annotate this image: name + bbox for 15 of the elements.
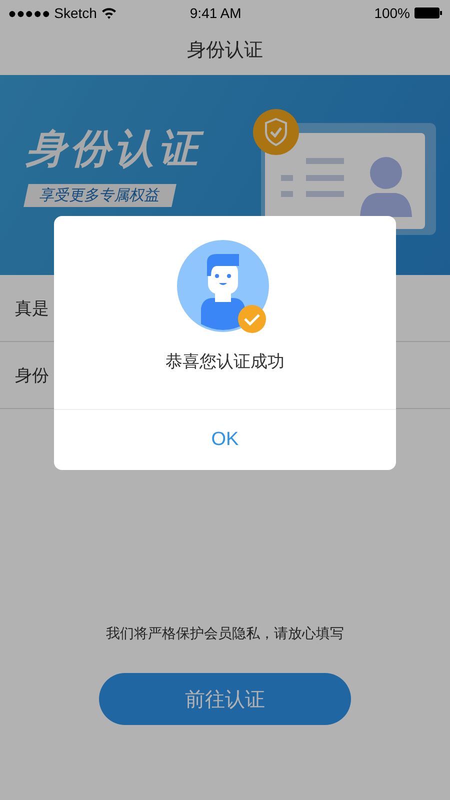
success-message: 恭喜您认证成功 — [166, 351, 284, 373]
ok-button[interactable]: OK — [54, 410, 396, 470]
form-label: 身份 — [15, 364, 49, 386]
shield-check-icon — [253, 109, 299, 155]
verify-button[interactable]: 前往认证 — [99, 673, 351, 725]
banner-title: 身份认证 — [26, 126, 202, 173]
banner-subtitle: 享受更多专属权益 — [24, 184, 176, 207]
carrier-signal: ●●●●● Sketch — [8, 4, 97, 20]
form-label: 真是 — [15, 298, 49, 320]
battery-icon — [414, 6, 442, 18]
status-time: 9:41 AM — [188, 4, 242, 20]
privacy-note: 我们将严格保护会员隐私，请放心填写 — [105, 625, 345, 643]
page-title: 身份认证 — [187, 39, 263, 63]
wifi-icon — [100, 6, 117, 18]
battery-level: 100% — [374, 4, 410, 20]
